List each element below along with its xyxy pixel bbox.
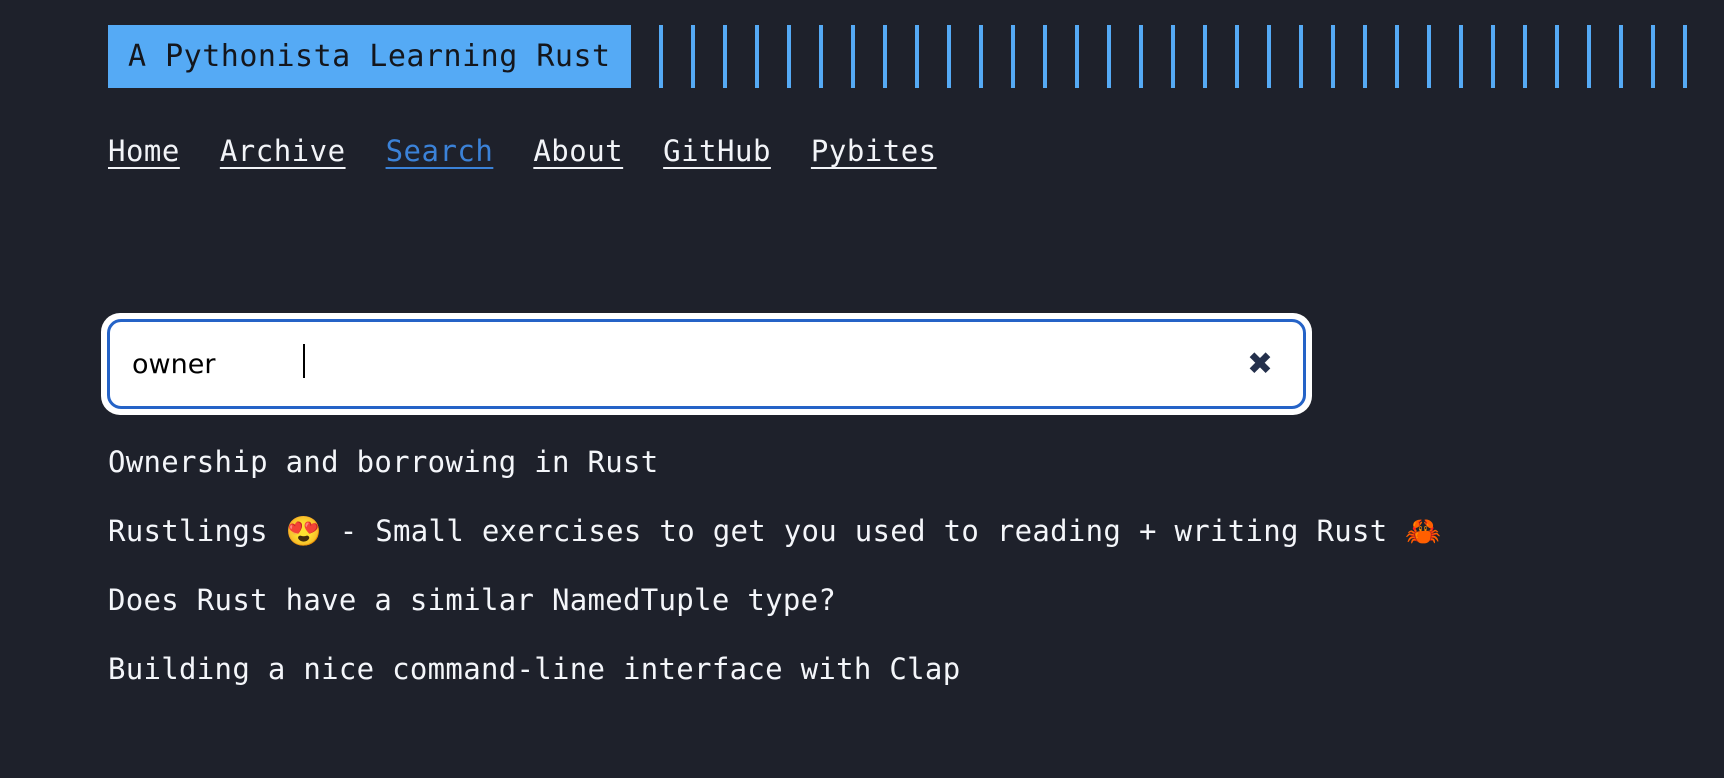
decorative-bar: [1554, 25, 1559, 88]
search-field-wrapper: ✖: [104, 316, 1309, 412]
decorative-bar: [978, 25, 983, 88]
decorative-bar: [1138, 25, 1143, 88]
search-result-item[interactable]: Building a nice command-line interface w…: [108, 655, 1668, 684]
decorative-bar: [1426, 25, 1431, 88]
decorative-bar: [1106, 25, 1111, 88]
nav-item-about[interactable]: About: [533, 137, 623, 166]
decorative-bar: [786, 25, 791, 88]
search-result-item[interactable]: Ownership and borrowing in Rust: [108, 448, 1668, 477]
decorative-bar: [754, 25, 759, 88]
decorative-bar: [1586, 25, 1591, 88]
decorative-bar: [946, 25, 951, 88]
decorative-bar: [658, 25, 663, 88]
search-box[interactable]: ✖: [107, 319, 1306, 409]
decorative-bar: [1202, 25, 1207, 88]
search-input[interactable]: [110, 322, 1248, 406]
decorative-bar: [1490, 25, 1495, 88]
decorative-bar: [1298, 25, 1303, 88]
page-root: A Pythonista Learning Rust Home Archive Se…: [0, 0, 1724, 778]
decorative-bar: [690, 25, 695, 88]
masthead: A Pythonista Learning Rust: [108, 25, 1687, 88]
nav-item-pybites[interactable]: Pybites: [811, 137, 937, 166]
decorative-bar: [1458, 25, 1463, 88]
decorative-bar: [1522, 25, 1527, 88]
clear-search-icon[interactable]: ✖: [1247, 348, 1273, 380]
decorative-bar: [1170, 25, 1175, 88]
decorative-bar: [1010, 25, 1015, 88]
decorative-bar: [1266, 25, 1271, 88]
decorative-bar: [722, 25, 727, 88]
search-result-item[interactable]: Rustlings 😍 - Small exercises to get you…: [108, 517, 1668, 546]
main-nav: Home Archive Search About GitHub Pybites: [108, 137, 937, 166]
decorative-bar: [1074, 25, 1079, 88]
decorative-bar: [882, 25, 887, 88]
decorative-bar: [1682, 25, 1687, 88]
decorative-bar: [1618, 25, 1623, 88]
decorative-bar: [1234, 25, 1239, 88]
text-caret: [303, 344, 305, 378]
decorative-bars: [658, 25, 1715, 88]
decorative-bar: [1394, 25, 1399, 88]
site-title: A Pythonista Learning Rust: [108, 25, 631, 88]
decorative-bar: [1650, 25, 1655, 88]
nav-item-github[interactable]: GitHub: [663, 137, 771, 166]
search-results-list: Ownership and borrowing in Rust Rustlings…: [108, 448, 1668, 684]
nav-item-search[interactable]: Search: [386, 137, 494, 166]
decorative-bar: [1042, 25, 1047, 88]
decorative-bar: [1362, 25, 1367, 88]
decorative-bar: [914, 25, 919, 88]
nav-item-archive[interactable]: Archive: [220, 137, 346, 166]
decorative-bar: [1330, 25, 1335, 88]
nav-item-home[interactable]: Home: [108, 137, 180, 166]
decorative-bar: [850, 25, 855, 88]
search-result-item[interactable]: Does Rust have a similar NamedTuple type…: [108, 586, 1668, 615]
decorative-bar: [818, 25, 823, 88]
